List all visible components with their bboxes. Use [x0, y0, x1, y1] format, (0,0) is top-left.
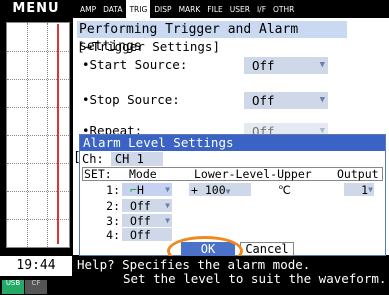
chevron-down-icon: ▼ [319, 95, 325, 105]
alarm-row-number: 2: [106, 199, 120, 213]
alarm-output-value: 1 [361, 183, 368, 197]
alarm-mode-value: Off [130, 228, 151, 242]
alarm-mode-value: Off [130, 214, 151, 228]
channel-select[interactable]: CH 1 [110, 152, 163, 166]
cf-status-icon: CF [25, 280, 47, 294]
stop-source-label: •Stop Source: [82, 92, 180, 107]
tab-mark[interactable]: MARK [175, 0, 204, 18]
trace-marker [57, 24, 59, 244]
header-set: SET: [84, 167, 112, 181]
help-line-2: Set the level to suit the waveform. [123, 271, 387, 286]
cancel-button[interactable]: Cancel [240, 242, 294, 256]
tab-amp[interactable]: AMP [77, 0, 100, 18]
alarm-mode-value: H [136, 183, 144, 197]
alarm-mode-select[interactable]: Off [122, 228, 172, 242]
chevron-down-icon: ▼ [319, 60, 325, 70]
chevron-down-icon: ▼ [165, 201, 170, 210]
alarm-row: 2: Off ▼ [82, 199, 382, 213]
stop-source-select[interactable]: Off ▼ [244, 92, 328, 109]
high-edge-icon: ⌐ [130, 183, 137, 197]
tab-data[interactable]: DATA [100, 0, 126, 18]
page-title: Performing Trigger and Alarm settings [77, 21, 347, 54]
chevron-down-icon: ▼ [368, 185, 373, 194]
alarm-mode-select[interactable]: ⌐H ▼ [122, 183, 172, 197]
alarm-mode-value: Off [130, 199, 151, 213]
clock: 19:44 [0, 256, 72, 276]
chevron-down-icon: ▼ [165, 185, 170, 194]
chevron-down-icon: ▼ [225, 187, 231, 196]
start-source-label: •Start Source: [82, 57, 188, 72]
help-line-1: Help? Specifies the alarm mode. [77, 257, 311, 272]
section-title: [⇝Trigger Settings] [77, 39, 220, 54]
alarm-level-value: + 100 [191, 183, 226, 197]
alarm-level-dialog: Alarm Level Settings Ch: CH 1 SET: Mode … [79, 134, 386, 256]
dialog-title: Alarm Level Settings [80, 135, 385, 151]
tab-othr[interactable]: OTHR [270, 0, 298, 18]
tab-file[interactable]: FILE [204, 0, 226, 18]
tab-disp[interactable]: DISP [151, 0, 175, 18]
tab-trig[interactable]: TRIG [126, 0, 151, 18]
channel-row: Ch: CH 1 [82, 152, 163, 166]
alarm-level-field[interactable]: + 100▼ [189, 183, 251, 197]
alarm-row-number: 1: [106, 183, 120, 197]
alarm-unit: ℃ [278, 183, 291, 197]
tab-if[interactable]: I/F [253, 0, 270, 18]
chevron-down-icon: ▼ [165, 216, 170, 225]
stop-source-value: Off [252, 93, 275, 108]
header-output: Output [337, 167, 379, 181]
menu-button[interactable]: MENU [0, 0, 72, 18]
alarm-row-number: 4: [106, 228, 120, 242]
alarm-row: 1: ⌐H ▼ + 100▼ ℃ 1 ▼ [82, 183, 382, 197]
alarm-mode-select[interactable]: Off ▼ [122, 199, 172, 213]
tab-user[interactable]: USER [226, 0, 253, 18]
waveform-preview [6, 22, 70, 248]
alarm-table-header: SET: Mode Lower-Level-Upper Output [82, 167, 383, 181]
help-bar: Help? Specifies the alarm mode. Set the … [73, 256, 389, 295]
tab-bar: AMP DATA TRIG DISP MARK FILE USER I/F OT… [77, 0, 298, 18]
usb-status-icon: USB [2, 280, 24, 294]
start-source-value: Off [252, 58, 275, 73]
channel-label: Ch: [82, 152, 104, 166]
alarm-output-select[interactable]: 1 ▼ [344, 183, 374, 197]
header-mode: Mode [129, 167, 157, 181]
alarm-mode-select[interactable]: Off ▼ [122, 214, 172, 228]
alarm-row: 3: Off ▼ [82, 214, 382, 228]
header-level: Lower-Level-Upper [194, 167, 312, 181]
start-source-select[interactable]: Off ▼ [244, 57, 328, 74]
alarm-row-number: 3: [106, 214, 120, 228]
